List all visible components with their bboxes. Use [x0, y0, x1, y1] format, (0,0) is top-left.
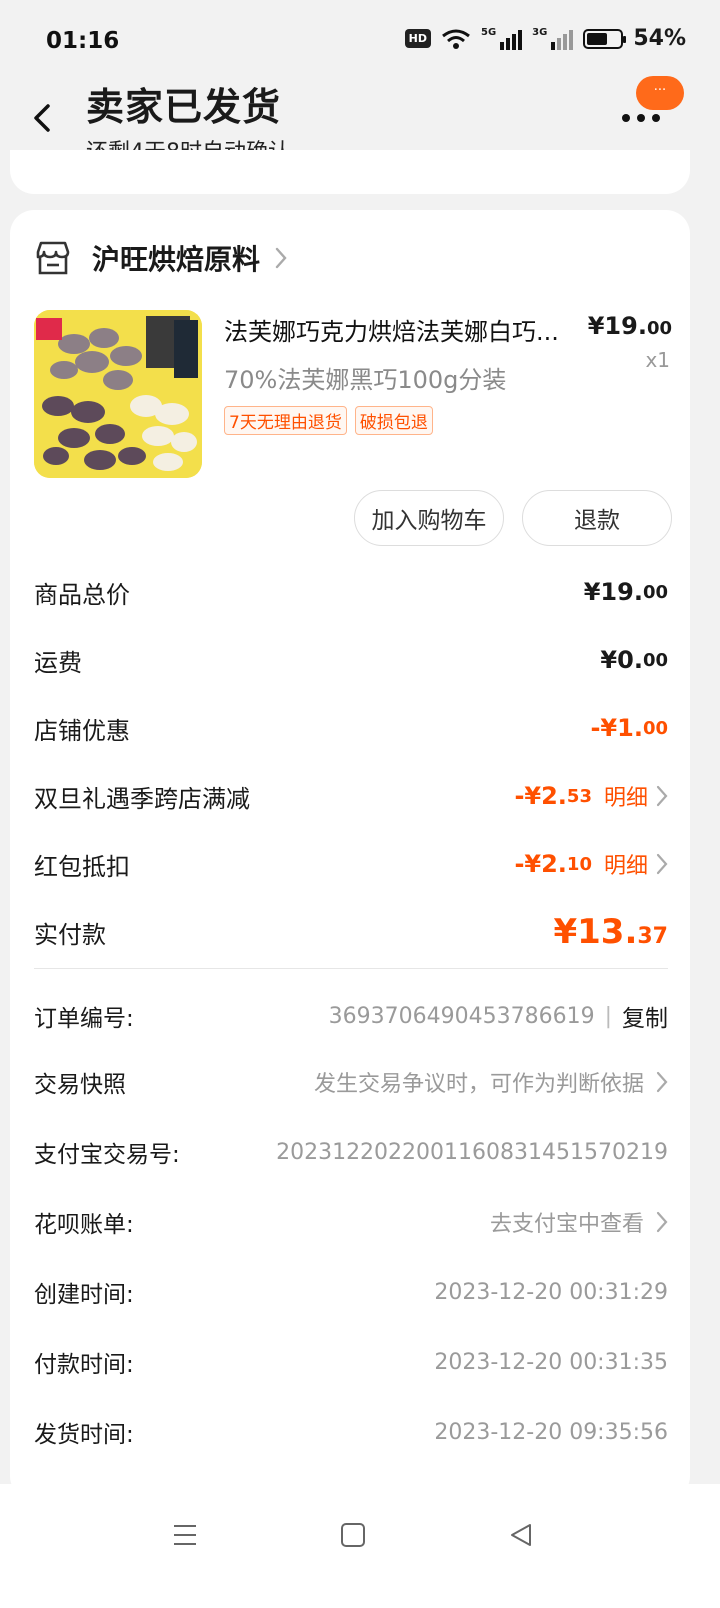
- info-row-snapshot[interactable]: 交易快照 发生交易争议时，可作为判断依据: [34, 1062, 668, 1102]
- chevron-right-icon: [656, 853, 668, 875]
- info-row-created-time: 创建时间: 2023-12-20 00:31:29: [34, 1279, 668, 1309]
- dot-icon: [652, 114, 660, 122]
- more-options-button[interactable]: [622, 108, 666, 128]
- chevron-right-icon: [275, 247, 287, 269]
- info-row-order-number: 订单编号: 3693706490453786619 | 复制: [34, 996, 668, 1036]
- product-image[interactable]: [34, 310, 202, 478]
- message-bubble-icon[interactable]: ···: [636, 76, 684, 110]
- product-spec: 70%法芙娜黑巧100g分装: [224, 366, 507, 394]
- total-paid-value: ¥13.37: [553, 912, 668, 952]
- page-title: 卖家已发货: [86, 85, 282, 129]
- copy-button[interactable]: 复制: [622, 999, 668, 1033]
- divider: [34, 968, 668, 969]
- info-row-huabei-bill[interactable]: 花呗账单: 去支付宝中查看: [34, 1202, 668, 1242]
- home-icon[interactable]: [340, 1522, 366, 1548]
- cost-row-shop-discount: 店铺优惠 -¥1. 00: [34, 714, 668, 745]
- chevron-right-icon: [656, 785, 668, 807]
- signal-5g-icon: 5G: [481, 27, 523, 50]
- info-row-paid-time: 付款时间: 2023-12-20 00:31:35: [34, 1349, 668, 1379]
- wifi-icon: [442, 29, 470, 49]
- order-number: 3693706490453786619: [328, 1003, 595, 1029]
- product-price: ¥19.00: [587, 312, 672, 340]
- status-icons: HD 5G 3G 54%: [404, 26, 686, 51]
- cost-row-cross-store-discount[interactable]: 双旦礼遇季跨店满减 -¥2. 53 明细: [34, 776, 668, 816]
- status-bar: 01:16 HD 5G 3G 54%: [0, 0, 720, 84]
- status-time: 01:16: [46, 28, 120, 54]
- chevron-right-icon: [656, 1211, 668, 1233]
- dot-icon: [637, 114, 645, 122]
- cost-row-total-paid: 实付款 ¥13.37: [34, 912, 668, 952]
- cost-row-goods-total: 商品总价 ¥19. 00: [34, 578, 668, 609]
- shop-name: 沪旺烘焙原料: [92, 243, 261, 276]
- system-nav-bar: [0, 1484, 720, 1608]
- add-to-cart-button[interactable]: 加入购物车: [354, 490, 504, 546]
- dot-icon: [622, 114, 630, 122]
- detail-link[interactable]: 明细: [604, 780, 668, 812]
- top-card-remnant: [10, 150, 690, 194]
- tag-damage-refund: 破损包退: [354, 406, 433, 435]
- service-tags: 7天无理由退货 破损包退: [224, 406, 433, 435]
- cost-row-red-packet[interactable]: 红包抵扣 -¥2. 10 明细: [34, 844, 668, 884]
- detail-link[interactable]: 明细: [604, 848, 668, 880]
- chocolate-image: [34, 310, 202, 478]
- back-button[interactable]: [28, 98, 62, 138]
- store-icon: [36, 241, 70, 275]
- refund-button[interactable]: 退款: [522, 490, 672, 546]
- chevron-left-icon: [34, 104, 50, 132]
- shop-link[interactable]: 沪旺烘焙原料: [34, 238, 288, 278]
- battery-icon: [583, 28, 627, 49]
- product-quantity: x1: [645, 348, 670, 372]
- tag-return-7days: 7天无理由退货: [224, 406, 347, 435]
- order-card: 沪旺烘焙原料 法芙娜巧克力烘焙法芙娜白巧... 70%法芙娜黑巧100g分装 ¥…: [10, 210, 690, 1500]
- back-triangle-icon[interactable]: [508, 1522, 534, 1548]
- menu-icon[interactable]: [172, 1522, 198, 1548]
- signal-3g-icon: 3G: [532, 27, 574, 50]
- cost-row-shipping: 运费 ¥0. 00: [34, 646, 668, 677]
- info-row-shipped-time: 发货时间: 2023-12-20 09:35:56: [34, 1419, 668, 1449]
- battery-percent: 54%: [633, 26, 686, 51]
- hd-icon: HD: [404, 29, 431, 48]
- product-title[interactable]: 法芙娜巧克力烘焙法芙娜白巧...: [224, 312, 584, 347]
- chevron-right-icon: [656, 1071, 668, 1093]
- info-row-alipay-number: 支付宝交易号: 2023122022001160831451570219: [34, 1139, 668, 1169]
